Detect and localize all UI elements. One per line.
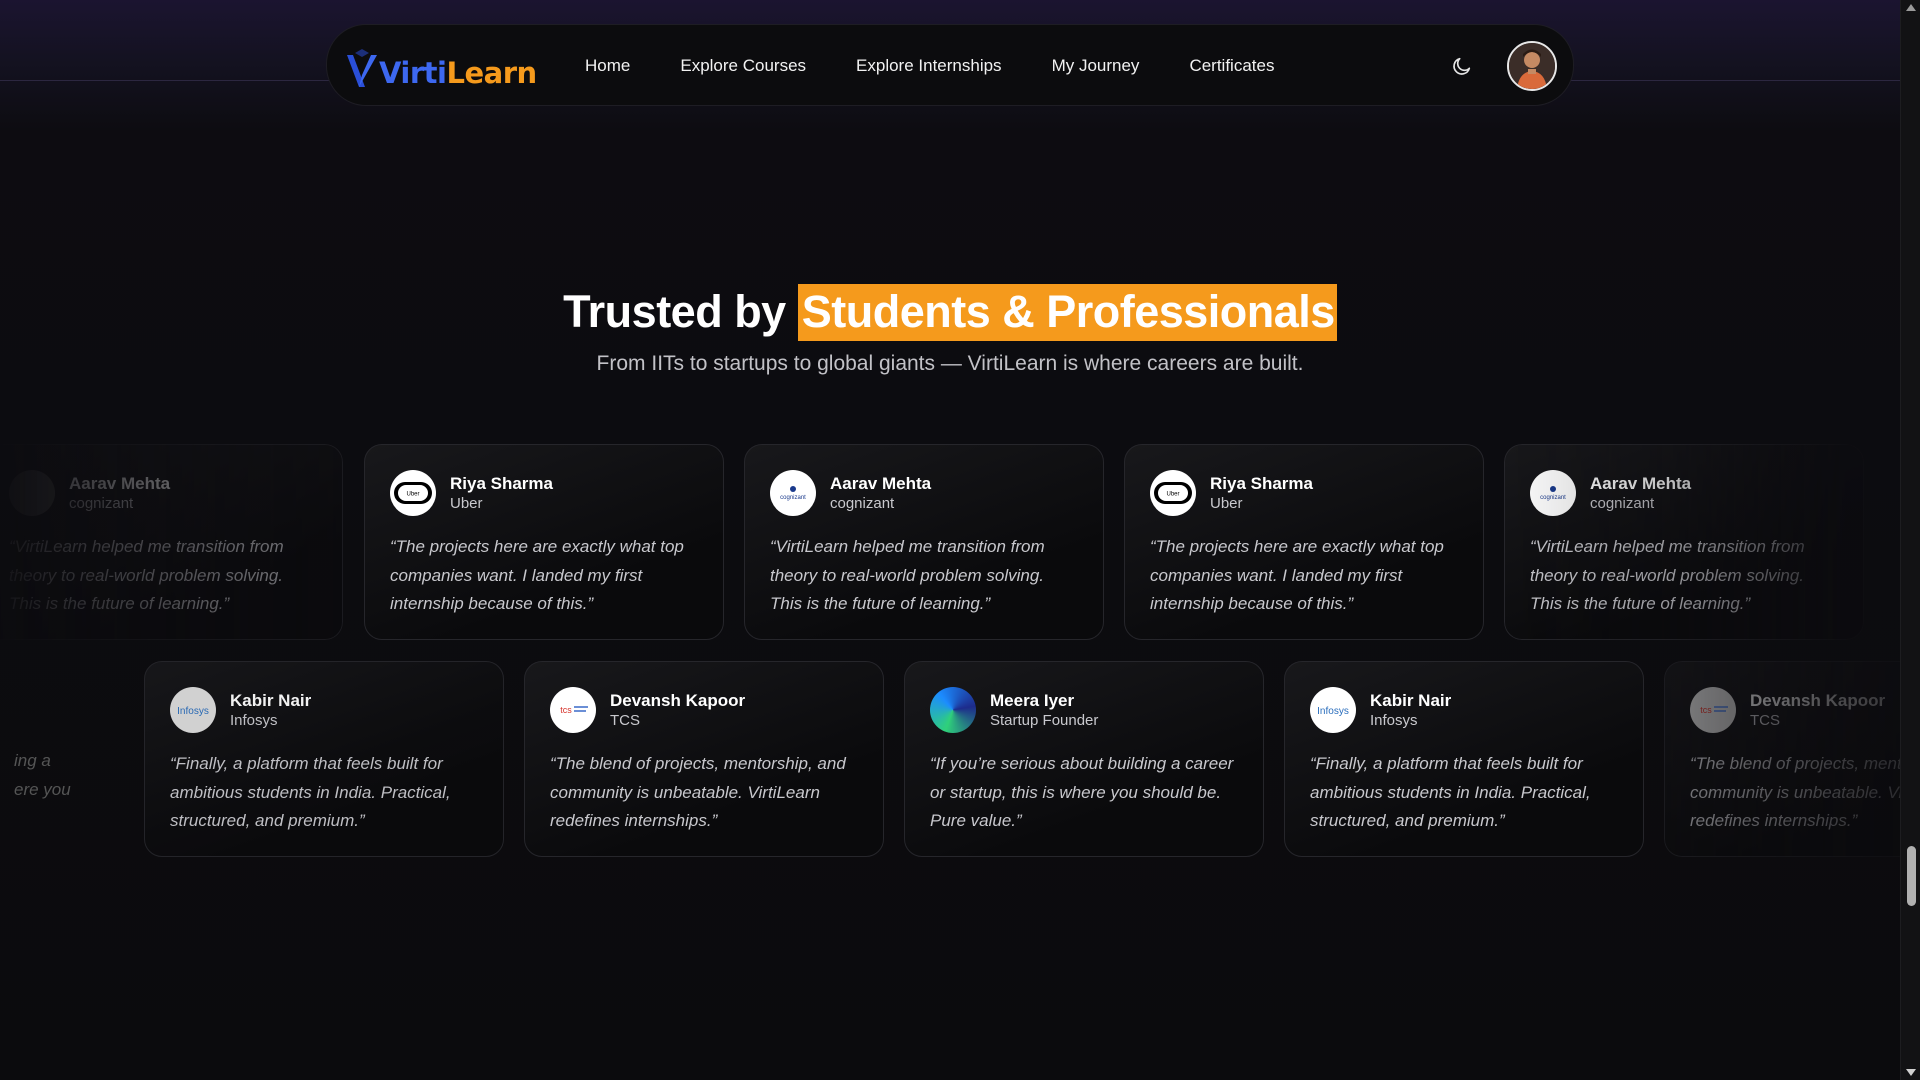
testimonial-quote: “The blend of projects, mentorship, and … (550, 754, 846, 830)
testimonial-quote: “Finally, a platform that feels built fo… (1310, 754, 1591, 830)
virtilearn-logo[interactable]: VirtiLearn (345, 43, 537, 91)
testimonial-name: Meera Iyer (990, 691, 1075, 710)
scroll-up-arrow-icon[interactable] (1906, 4, 1916, 11)
moon-icon (1453, 57, 1471, 75)
testimonial-card: tcs Devansh Kapoor TCS “The blend of proj… (524, 661, 884, 857)
section-subtitle: From IITs to startups to global giants —… (596, 352, 1304, 375)
nav-explore-courses[interactable]: Explore Courses (680, 56, 806, 76)
uber-logo-icon: Uber (1150, 470, 1196, 516)
cognizant-logo-icon (9, 470, 55, 516)
testimonial-name: Devansh Kapoor (610, 691, 746, 710)
partial-quote-fragment: ing a ere you (14, 751, 71, 799)
testimonial-quote: “Finally, a platform that feels built fo… (170, 754, 451, 830)
cognizant-logo-icon: cognizant (1530, 470, 1576, 516)
svg-text:tcs: tcs (1700, 705, 1712, 715)
gradient-orb-logo-icon (930, 687, 976, 733)
tcs-logo-icon: tcs (1690, 687, 1736, 733)
scroll-down-arrow-icon[interactable] (1906, 1069, 1916, 1076)
infosys-logo-icon: Infosys (1310, 687, 1356, 733)
tcs-logo-icon: tcs (550, 687, 596, 733)
testimonial-company: Startup Founder (990, 712, 1099, 729)
testimonial-quote: “VirtiLearn helped me transition from th… (9, 537, 284, 613)
theme-toggle-button[interactable] (1449, 53, 1475, 79)
scrollbar-thumb[interactable] (1907, 846, 1916, 906)
testimonial-card: Uber Riya Sharma Uber “The projects here … (1124, 444, 1484, 640)
page: VirtiLearn Home Explore Courses Explore … (0, 0, 1920, 1080)
testimonial-company: Infosys (230, 712, 278, 729)
testimonial-row-2: ing a ere you Infosys Kabir Nair Infosys … (0, 661, 1920, 861)
testimonial-company: cognizant (69, 495, 134, 512)
testimonial-company: TCS (1750, 712, 1780, 729)
section-title: Trusted by Students & Professionals (0, 284, 1900, 341)
testimonial-name: Aarav Mehta (69, 474, 171, 493)
testimonial-name: Riya Sharma (1210, 474, 1313, 493)
svg-text:Infosys: Infosys (177, 706, 209, 717)
testimonial-row-1: Aarav Mehta cognizant “VirtiLearn helped … (0, 444, 1900, 644)
testimonial-card: cognizant Aarav Mehta cognizant “VirtiLea… (1504, 444, 1864, 640)
main-menu: Home Explore Courses Explore Internships… (585, 25, 1274, 107)
navbar: VirtiLearn Home Explore Courses Explore … (326, 24, 1574, 106)
testimonial-card: Uber Riya Sharma Uber “The projects here … (364, 444, 724, 640)
uber-logo-icon: Uber (390, 470, 436, 516)
testimonial-name: Aarav Mehta (830, 474, 932, 493)
nav-home[interactable]: Home (585, 56, 630, 76)
title-plain: Trusted by (563, 286, 798, 337)
infosys-logo-icon: Infosys (170, 687, 216, 733)
testimonial-company: TCS (610, 712, 640, 729)
nav-explore-internships[interactable]: Explore Internships (856, 56, 1002, 76)
testimonial-name: Kabir Nair (1370, 691, 1452, 710)
testimonial-card: Aarav Mehta cognizant “VirtiLearn helped … (0, 444, 343, 640)
testimonial-quote: “If you’re serious about building a care… (930, 754, 1234, 830)
title-highlight: Students & Professionals (797, 284, 1337, 341)
testimonial-name: Kabir Nair (230, 691, 312, 710)
testimonial-quote: “The blend of projects, mentorship, and … (1690, 754, 1920, 830)
cognizant-logo-icon: cognizant (770, 470, 816, 516)
testimonial-quote: “The projects here are exactly what top … (390, 537, 684, 613)
testimonial-card: Meera Iyer Startup Founder “If you’re ser… (904, 661, 1264, 857)
nav-my-journey[interactable]: My Journey (1052, 56, 1140, 76)
nav-certificates[interactable]: Certificates (1189, 56, 1274, 76)
logo-v-mark-icon (345, 49, 379, 91)
svg-text:Uber: Uber (1166, 492, 1179, 498)
testimonial-company: Uber (1210, 495, 1243, 512)
testimonial-company: Uber (450, 495, 483, 512)
testimonial-card: Infosys Kabir Nair Infosys “Finally, a pl… (144, 661, 504, 857)
svg-text:cognizant: cognizant (1540, 495, 1566, 501)
testimonial-quote: “VirtiLearn helped me transition from th… (770, 537, 1045, 613)
user-avatar[interactable] (1507, 41, 1557, 91)
testimonial-card: tcs Devansh Kapoor TCS “The blend of proj… (1664, 661, 1920, 857)
testimonial-card: Infosys Kabir Nair Infosys “Finally, a pl… (1284, 661, 1644, 857)
svg-text:Uber: Uber (406, 492, 419, 498)
svg-text:cognizant: cognizant (780, 495, 806, 501)
testimonial-company: cognizant (830, 495, 895, 512)
testimonial-name: Riya Sharma (450, 474, 553, 493)
testimonial-name: Aarav Mehta (1590, 474, 1692, 493)
testimonial-quote: “The projects here are exactly what top … (1150, 537, 1444, 613)
svg-text:Infosys: Infosys (1317, 706, 1349, 717)
testimonial-quote: “VirtiLearn helped me transition from th… (1530, 537, 1805, 613)
testimonial-name: Devansh Kapoor (1750, 691, 1886, 710)
svg-text:tcs: tcs (560, 705, 572, 715)
testimonial-card: cognizant Aarav Mehta cognizant “VirtiLea… (744, 444, 1104, 640)
testimonial-company: cognizant (1590, 495, 1655, 512)
page-scrollbar[interactable] (1900, 0, 1920, 1080)
testimonial-company: Infosys (1370, 712, 1418, 729)
logo-text-virti: Virti (379, 56, 447, 90)
logo-text-learn: Learn (446, 56, 537, 90)
